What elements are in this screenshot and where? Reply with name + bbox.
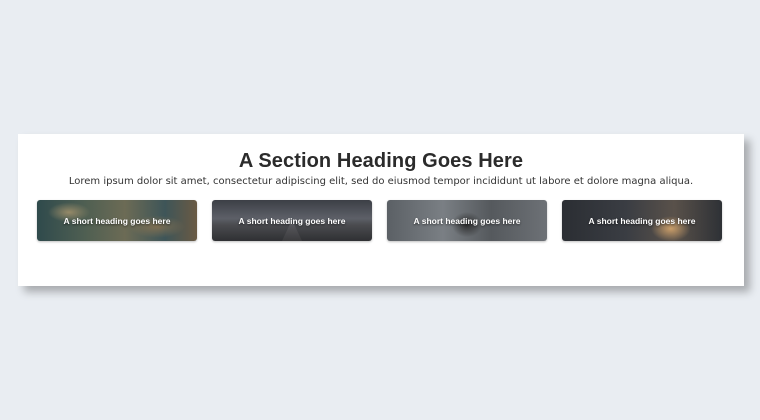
card-heading: A short heading goes here [588, 215, 696, 226]
card-road-image[interactable]: A short heading goes here [212, 200, 372, 241]
card-sunset-image[interactable]: A short heading goes here [562, 200, 722, 241]
card-heading: A short heading goes here [63, 215, 171, 226]
card-heading: A short heading goes here [413, 215, 521, 226]
card-aerial-image[interactable]: A short heading goes here [37, 200, 197, 241]
card-row: A short heading goes here A short headin… [37, 200, 723, 241]
card-heading: A short heading goes here [238, 215, 346, 226]
section-heading: A Section Heading Goes Here [238, 150, 524, 172]
content-section: A Section Heading Goes Here Lorem ipsum … [18, 134, 744, 286]
section-subtext: Lorem ipsum dolor sit amet, consectetur … [68, 176, 694, 187]
card-rock-image[interactable]: A short heading goes here [387, 200, 547, 241]
